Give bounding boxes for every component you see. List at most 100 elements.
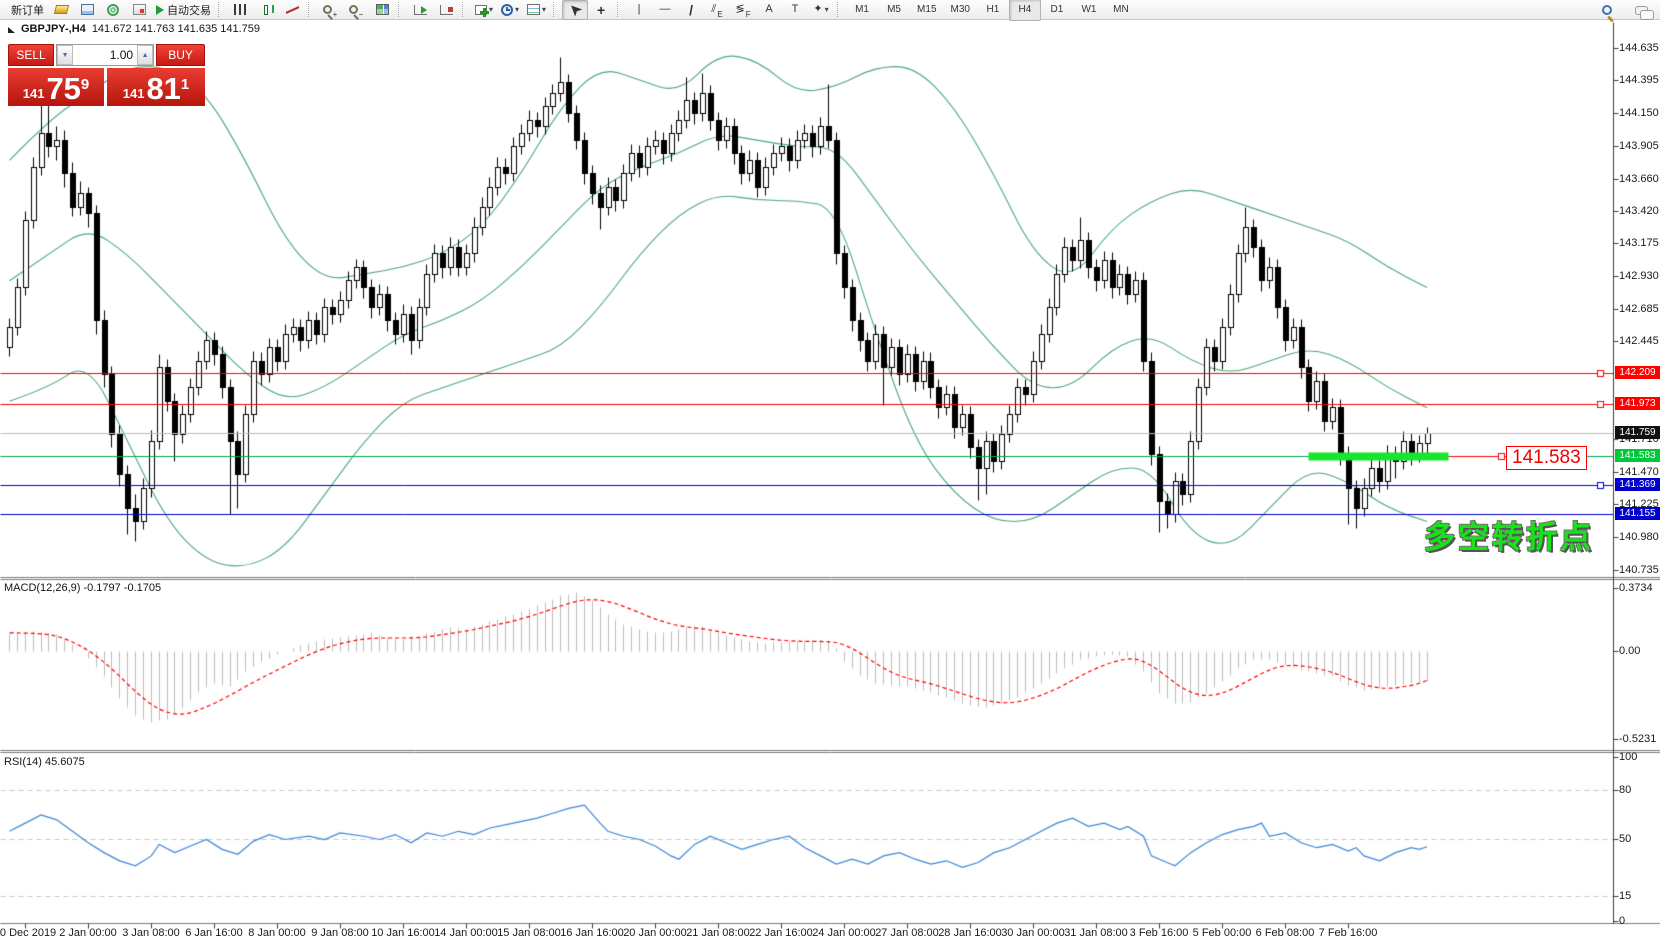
bar-chart-button[interactable]	[227, 0, 253, 20]
time-axis-label: 7 Feb 16:00	[1303, 927, 1393, 939]
toolbar: 新订单 自动交易 + − ▾ ▾ ▾ ➤ + | —/⫽E≶F A T ✦▾ M1 M5 M15M30 H1 H4 D…	[0, 0, 1660, 20]
arrows-tool[interactable]: ✦▾	[808, 0, 834, 20]
price-axis-tick: 143.660	[1619, 173, 1659, 185]
rsi-axis-tick: 100	[1619, 751, 1659, 763]
volume-down-button[interactable]: ▼	[57, 45, 73, 65]
candlestick-chart-icon	[264, 5, 268, 15]
auto-scroll-button[interactable]	[407, 0, 433, 20]
terminal-icon	[133, 4, 146, 15]
periods-button[interactable]: ▾	[497, 0, 523, 20]
sell-price-big: 75	[46, 75, 80, 103]
search-button[interactable]	[1594, 0, 1620, 20]
toolbar-separator	[218, 2, 223, 17]
timeframe-M30[interactable]: M30	[944, 0, 977, 21]
market-watch-button[interactable]	[74, 0, 100, 20]
symbol-name: GBPJPY-,H4	[21, 23, 86, 35]
timeframe-MN[interactable]: MN	[1105, 0, 1137, 21]
sell-price-sup: 9	[81, 76, 89, 93]
timeframe-H4[interactable]: H4	[1009, 0, 1041, 21]
tile-windows-button[interactable]	[369, 0, 395, 20]
indicators-button[interactable]: ▾	[471, 0, 497, 20]
zoom-in-icon-glyph: +	[333, 11, 338, 19]
price-badge: 141.759	[1615, 426, 1660, 439]
templates-button[interactable]: ▾	[523, 0, 550, 20]
auto-scroll-icon	[414, 5, 427, 15]
terminal-button[interactable]	[126, 0, 152, 20]
timeframe-M1[interactable]: M1	[846, 0, 878, 21]
volume-up-button[interactable]: ▲	[137, 45, 153, 65]
chat-button[interactable]	[1628, 0, 1654, 20]
vertical-line-tool[interactable]: |	[626, 0, 652, 20]
zoom-out-button[interactable]: −	[343, 0, 369, 20]
text-label-tool[interactable]: T	[782, 0, 808, 20]
timeframe-M5[interactable]: M5	[878, 0, 910, 21]
zoom-out-icon-glyph: −	[359, 11, 364, 19]
line-chart-button[interactable]	[279, 0, 305, 20]
chart-shift-icon	[440, 5, 453, 15]
buy-button[interactable]: BUY	[156, 44, 205, 66]
symbol-header: GBPJPY-,H4 141.672 141.763 141.635 141.7…	[8, 23, 260, 35]
chat-icon	[1635, 6, 1648, 15]
navigator-icon	[107, 4, 119, 16]
arrows-icon-glyph: ✦	[813, 4, 822, 15]
price-axis-tick: 140.980	[1619, 531, 1659, 543]
price-axis-tick: 143.420	[1619, 205, 1659, 217]
price-axis-tick: 141.470	[1619, 466, 1659, 478]
price-axis-tick: 143.175	[1619, 237, 1659, 249]
buy-price-sup: 1	[181, 76, 189, 93]
crosshair-icon-glyph: +	[597, 3, 605, 17]
rsi-axis-tick: 80	[1619, 784, 1659, 796]
text-label-icon-glyph: T	[792, 4, 799, 15]
bar-chart-icon	[234, 4, 246, 15]
timeframe-H1[interactable]: H1	[977, 0, 1009, 21]
fibonacci-tool[interactable]: ≶F	[730, 0, 756, 20]
candle-chart-button[interactable]	[253, 0, 279, 20]
auto-trading-button[interactable]: 自动交易	[152, 0, 215, 20]
timeframe-D1-label: D1	[1051, 4, 1064, 15]
chevron-down-icon: ▾	[515, 5, 519, 14]
chart-shift-button[interactable]	[433, 0, 459, 20]
price-badge: 141.155	[1615, 507, 1660, 520]
price-callout-label[interactable]: 141.583	[1506, 446, 1587, 470]
trendline-tool[interactable]: /	[678, 0, 704, 20]
symbol-ohlc: 141.672 141.763 141.635 141.759	[92, 23, 260, 35]
sell-price[interactable]: 141 75 9	[8, 68, 104, 106]
rsi-label: RSI(14) 45.6075	[4, 756, 85, 768]
vertical-line-icon-glyph: |	[638, 4, 641, 15]
channel-icon-glyph: ⫽	[711, 4, 716, 15]
cursor-tool[interactable]: ➤	[562, 0, 588, 20]
zoom-in-button[interactable]: +	[317, 0, 343, 20]
text-tool[interactable]: A	[756, 0, 782, 20]
timeframe-M5-label: M5	[887, 4, 901, 15]
sell-button[interactable]: SELL	[8, 44, 54, 66]
timeframe-H4-label: H4	[1019, 4, 1032, 15]
channel-tool[interactable]: ⫽E	[704, 0, 730, 20]
rsi-axis-tick: 0	[1619, 915, 1659, 927]
text-icon-glyph: A	[765, 4, 772, 15]
navigator-button[interactable]	[100, 0, 126, 20]
zoom-out-icon	[349, 5, 358, 14]
market-watch-icon	[81, 4, 94, 15]
price-axis-tick: 140.735	[1619, 564, 1659, 576]
turning-point-annotation[interactable]: 多空转折点	[1424, 512, 1594, 557]
timeframe-H1-label: H1	[987, 4, 1000, 15]
line-chart-icon	[286, 4, 299, 15]
new-order-button[interactable]: 新订单	[4, 0, 48, 20]
rsi-axis-tick: 50	[1619, 833, 1659, 845]
crosshair-tool[interactable]: +	[588, 0, 614, 20]
price-badge: 141.973	[1615, 397, 1660, 410]
horizontal-line-tool[interactable]: —	[652, 0, 678, 20]
timeframe-W1[interactable]: W1	[1073, 0, 1105, 21]
timeframe-M15[interactable]: M15	[910, 0, 943, 21]
price-axis-tick: 144.395	[1619, 74, 1659, 86]
rsi-axis-tick: 15	[1619, 890, 1659, 902]
volume-input[interactable]	[73, 45, 137, 65]
gold-history-button[interactable]	[48, 0, 74, 20]
indicators-icon	[475, 5, 487, 15]
timeframe-D1[interactable]: D1	[1041, 0, 1073, 21]
buy-price[interactable]: 141 81 1	[107, 68, 205, 106]
chart-canvas[interactable]	[0, 0, 1660, 940]
macd-label: MACD(12,26,9) -0.1797 -0.1705	[4, 582, 161, 594]
price-axis-tick: 144.150	[1619, 107, 1659, 119]
new-order-button-label: 新订单	[11, 2, 44, 18]
